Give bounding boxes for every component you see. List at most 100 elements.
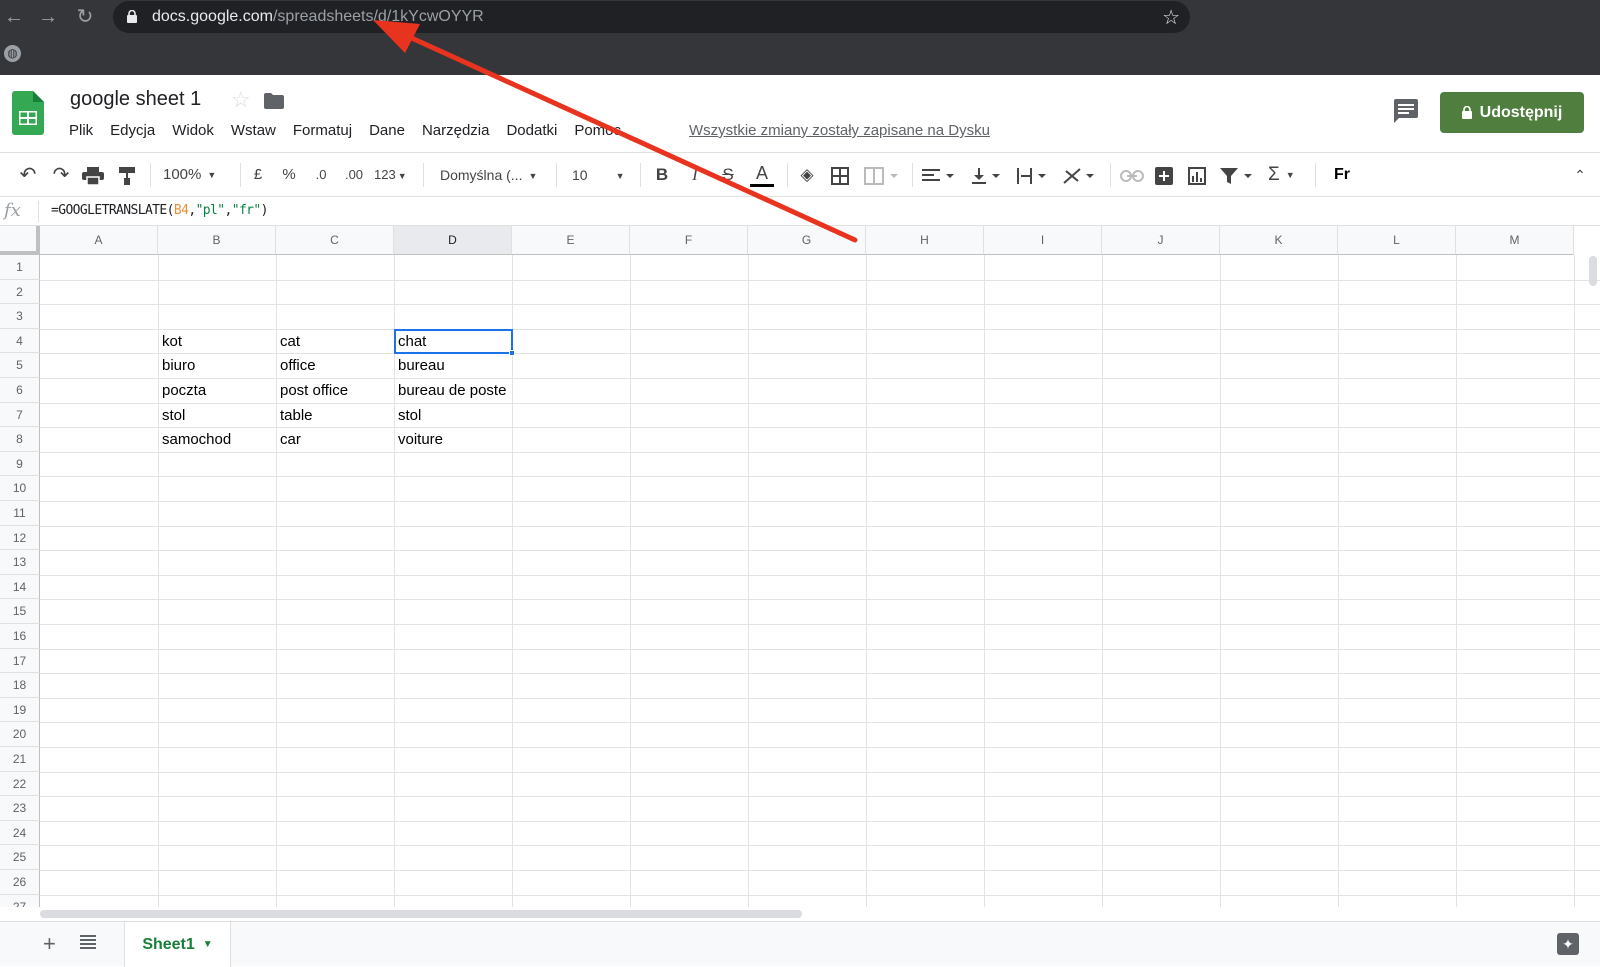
cell-b7[interactable]: stol xyxy=(158,403,276,427)
column-header-b[interactable]: B xyxy=(158,226,276,255)
menu-insert[interactable]: Wstaw xyxy=(231,122,276,142)
row-header-6[interactable]: 6 xyxy=(0,378,40,403)
row-header-7[interactable]: 7 xyxy=(0,402,40,428)
percent-format-button[interactable]: % xyxy=(281,163,297,187)
cell-b4[interactable]: kot xyxy=(158,329,276,353)
menu-data[interactable]: Dane xyxy=(369,122,405,142)
address-bar[interactable]: docs.google.com/spreadsheets/d/1kYcwOYYR… xyxy=(113,1,1190,33)
star-icon[interactable]: ☆ xyxy=(231,87,251,113)
row-header-12[interactable]: 12 xyxy=(0,525,40,551)
explore-icon[interactable]: ✦ xyxy=(1557,933,1579,955)
cell-c6[interactable]: post office xyxy=(276,378,394,402)
row-header-1[interactable]: 1 xyxy=(0,255,40,280)
row-header-25[interactable]: 25 xyxy=(0,845,40,870)
reload-icon[interactable]: ↻ xyxy=(73,5,97,29)
italic-button[interactable]: I xyxy=(686,163,704,187)
bookmark-star-icon[interactable]: ☆ xyxy=(1162,5,1180,30)
insert-comment-icon[interactable] xyxy=(1155,167,1173,185)
zoom-select[interactable]: 100% ▼ xyxy=(163,163,225,187)
row-header-11[interactable]: 11 xyxy=(0,501,40,526)
menu-edit[interactable]: Edycja xyxy=(110,122,155,142)
column-header-j[interactable]: J xyxy=(1102,226,1220,255)
borders-icon[interactable] xyxy=(831,167,849,185)
fill-handle[interactable] xyxy=(509,350,515,357)
document-title[interactable]: google sheet 1 xyxy=(70,88,201,111)
cell-b8[interactable]: samochod xyxy=(158,427,276,451)
horizontal-scroll-thumb[interactable] xyxy=(40,910,802,918)
strikethrough-button[interactable]: S xyxy=(719,163,737,187)
row-header-17[interactable]: 17 xyxy=(0,648,40,674)
collapse-menus-icon[interactable]: ⌃ xyxy=(1570,163,1590,187)
cell-d7[interactable]: stol xyxy=(394,403,512,427)
row-header-5[interactable]: 5 xyxy=(0,353,40,378)
row-header-21[interactable]: 21 xyxy=(0,747,40,772)
text-wrapping-icon[interactable] xyxy=(1016,167,1052,185)
globe-icon[interactable]: ◍ xyxy=(4,45,21,62)
increase-decimal-button[interactable]: .00 xyxy=(341,163,367,187)
row-header-10[interactable]: 10 xyxy=(0,476,40,501)
more-formats-select[interactable]: 123 ▼ xyxy=(374,163,414,187)
row-header-16[interactable]: 16 xyxy=(0,624,40,649)
text-color-button[interactable]: A xyxy=(750,163,774,187)
menu-file[interactable]: Plik xyxy=(69,122,93,142)
menu-help[interactable]: Pomoc xyxy=(574,122,621,142)
print-icon[interactable] xyxy=(82,167,104,185)
menu-view[interactable]: Widok xyxy=(172,122,214,142)
column-header-f[interactable]: F xyxy=(630,226,748,255)
merge-cells-icon[interactable] xyxy=(864,167,900,185)
menu-format[interactable]: Formatuj xyxy=(293,122,352,142)
fill-color-icon[interactable]: ◈ xyxy=(796,163,818,187)
fr-addon-button[interactable]: Fr xyxy=(1330,163,1354,187)
insert-link-icon[interactable] xyxy=(1120,169,1144,183)
row-header-24[interactable]: 24 xyxy=(0,820,40,846)
cell-c8[interactable]: car xyxy=(276,427,394,451)
add-sheet-button[interactable]: + xyxy=(43,931,56,957)
row-header-4[interactable]: 4 xyxy=(0,328,40,354)
row-header-3[interactable]: 3 xyxy=(0,304,40,329)
formula-input[interactable]: =GOOGLETRANSLATE(B4,"pl","fr") xyxy=(51,203,268,218)
column-header-l[interactable]: L xyxy=(1338,226,1456,255)
row-header-22[interactable]: 22 xyxy=(0,771,40,797)
undo-icon[interactable]: ↶ xyxy=(16,163,40,187)
vertical-scroll-thumb[interactable] xyxy=(1589,256,1597,286)
row-header-26[interactable]: 26 xyxy=(0,870,40,895)
horizontal-align-icon[interactable] xyxy=(922,167,958,185)
column-header-m[interactable]: M xyxy=(1456,226,1574,255)
row-header-19[interactable]: 19 xyxy=(0,697,40,723)
cell-c5[interactable]: office xyxy=(276,353,394,377)
font-select[interactable]: Domyślna (... ▼ xyxy=(440,163,546,187)
forward-arrow-icon[interactable]: → xyxy=(36,5,60,29)
comments-icon[interactable] xyxy=(1393,99,1419,123)
column-header-a[interactable]: A xyxy=(40,226,158,255)
column-header-d[interactable]: D xyxy=(394,226,512,255)
menu-tools[interactable]: Narzędzia xyxy=(422,122,490,142)
cell-d6[interactable]: bureau de poste xyxy=(394,378,512,402)
row-header-27[interactable]: 27 xyxy=(0,894,40,907)
column-header-c[interactable]: C xyxy=(276,226,394,255)
save-status-link[interactable]: Wszystkie zmiany zostały zapisane na Dys… xyxy=(689,122,990,139)
column-header-k[interactable]: K xyxy=(1220,226,1338,255)
row-header-15[interactable]: 15 xyxy=(0,599,40,624)
all-sheets-icon[interactable] xyxy=(80,934,96,950)
row-header-14[interactable]: 14 xyxy=(0,574,40,600)
row-header-18[interactable]: 18 xyxy=(0,673,40,698)
font-size-select[interactable]: 10 ▼ xyxy=(572,163,630,187)
column-header-i[interactable]: I xyxy=(984,226,1102,255)
row-header-20[interactable]: 20 xyxy=(0,722,40,747)
cell-b5[interactable]: biuro xyxy=(158,353,276,377)
row-header-23[interactable]: 23 xyxy=(0,796,40,821)
currency-format-button[interactable]: £ xyxy=(250,163,266,187)
text-rotation-icon[interactable] xyxy=(1062,167,1098,185)
decrease-decimal-button[interactable]: .0 xyxy=(310,163,332,187)
vertical-align-icon[interactable] xyxy=(970,167,1006,185)
functions-select[interactable]: Σ ▼ xyxy=(1268,163,1306,187)
sheet-tab[interactable]: Sheet1 ▼ xyxy=(124,922,231,967)
cell-d5[interactable]: bureau xyxy=(394,353,512,377)
redo-icon[interactable]: ↷ xyxy=(49,163,73,187)
back-arrow-icon[interactable]: ← xyxy=(2,5,26,29)
row-header-2[interactable]: 2 xyxy=(0,279,40,305)
cell-b6[interactable]: poczta xyxy=(158,378,276,402)
caret-down-icon[interactable]: ▼ xyxy=(203,939,213,950)
column-header-g[interactable]: G xyxy=(748,226,866,255)
row-header-13[interactable]: 13 xyxy=(0,550,40,575)
